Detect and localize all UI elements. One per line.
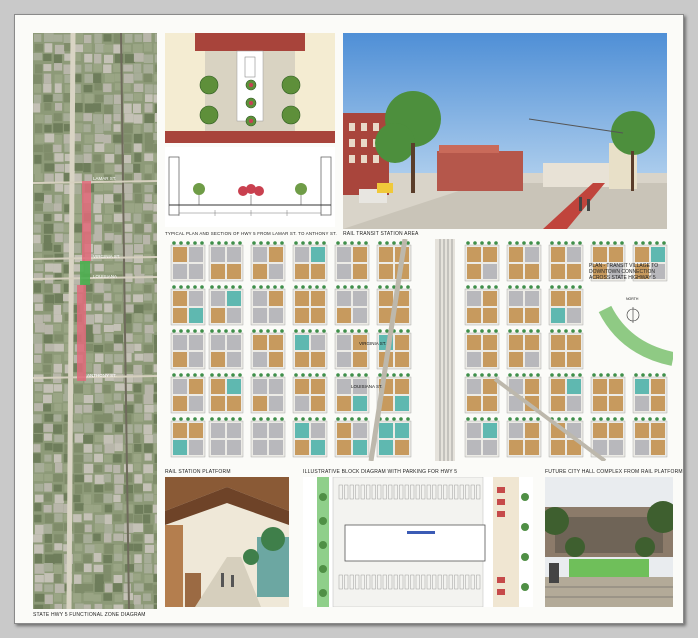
hwy5-section-drawing bbox=[165, 147, 335, 227]
aerial-label-louisiana: LOUISIANA bbox=[93, 274, 118, 279]
city-hall-illustration bbox=[545, 477, 673, 607]
master-plan-panel: VIRGINIA ST. LOUISIANA ST. NORTH PLAN - … bbox=[165, 239, 673, 461]
plan-label-virginia: VIRGINIA ST. bbox=[359, 341, 387, 346]
rail-transit-rendering bbox=[343, 33, 667, 229]
north-label: NORTH bbox=[626, 297, 639, 301]
caption-block-diagram: ILLUSTRATIVE BLOCK DIAGRAM WITH PARKING … bbox=[303, 469, 458, 475]
rail-transit-illustration bbox=[343, 33, 667, 229]
caption-city-hall: FUTURE CITY HALL COMPLEX FROM RAIL PLATF… bbox=[545, 469, 683, 475]
presentation-board: LAMAR ST. VIRGINIA ST. LOUISIANA ANTHONY… bbox=[14, 14, 684, 624]
aerial-label-lamar: LAMAR ST. bbox=[93, 176, 117, 181]
pink-zone-south bbox=[77, 285, 86, 381]
rail-platform-illustration bbox=[165, 477, 289, 607]
plan-note: PLAN - TRANSIT VILLAGE TO DOWNTOWN CONNE… bbox=[589, 263, 659, 281]
aerial-map bbox=[33, 33, 157, 609]
hwy5-plan-panel bbox=[165, 33, 335, 143]
city-hall-sketch bbox=[545, 477, 673, 607]
caption-rail-transit: RAIL TRANSIT STATION AREA bbox=[343, 231, 419, 237]
caption-functional-zone: STATE HWY 5 FUNCTIONAL ZONE DIAGRAM bbox=[33, 612, 146, 618]
caption-hwy5-plan: TYPICAL PLAN AND SECTION OF HWY 5 FROM L… bbox=[165, 231, 337, 236]
rail-platform-sketch bbox=[165, 477, 289, 607]
aerial-label-virginia: VIRGINIA ST. bbox=[93, 254, 121, 259]
block-diagram-panel bbox=[303, 477, 533, 607]
aerial-photo-panel: LAMAR ST. VIRGINIA ST. LOUISIANA ANTHONY… bbox=[33, 33, 157, 609]
aerial-label-anthony: ANTHONY ST. bbox=[87, 373, 117, 378]
block-diagram-drawing bbox=[303, 477, 533, 607]
plan-label-louisiana: LOUISIANA ST. bbox=[351, 384, 383, 389]
hwy5-plan-drawing bbox=[165, 33, 335, 143]
caption-rail-platform: RAIL STATION PLATFORM bbox=[165, 469, 231, 475]
green-zone bbox=[80, 261, 90, 285]
pink-zone-north bbox=[82, 181, 91, 261]
hwy5-section-panel bbox=[165, 147, 335, 227]
